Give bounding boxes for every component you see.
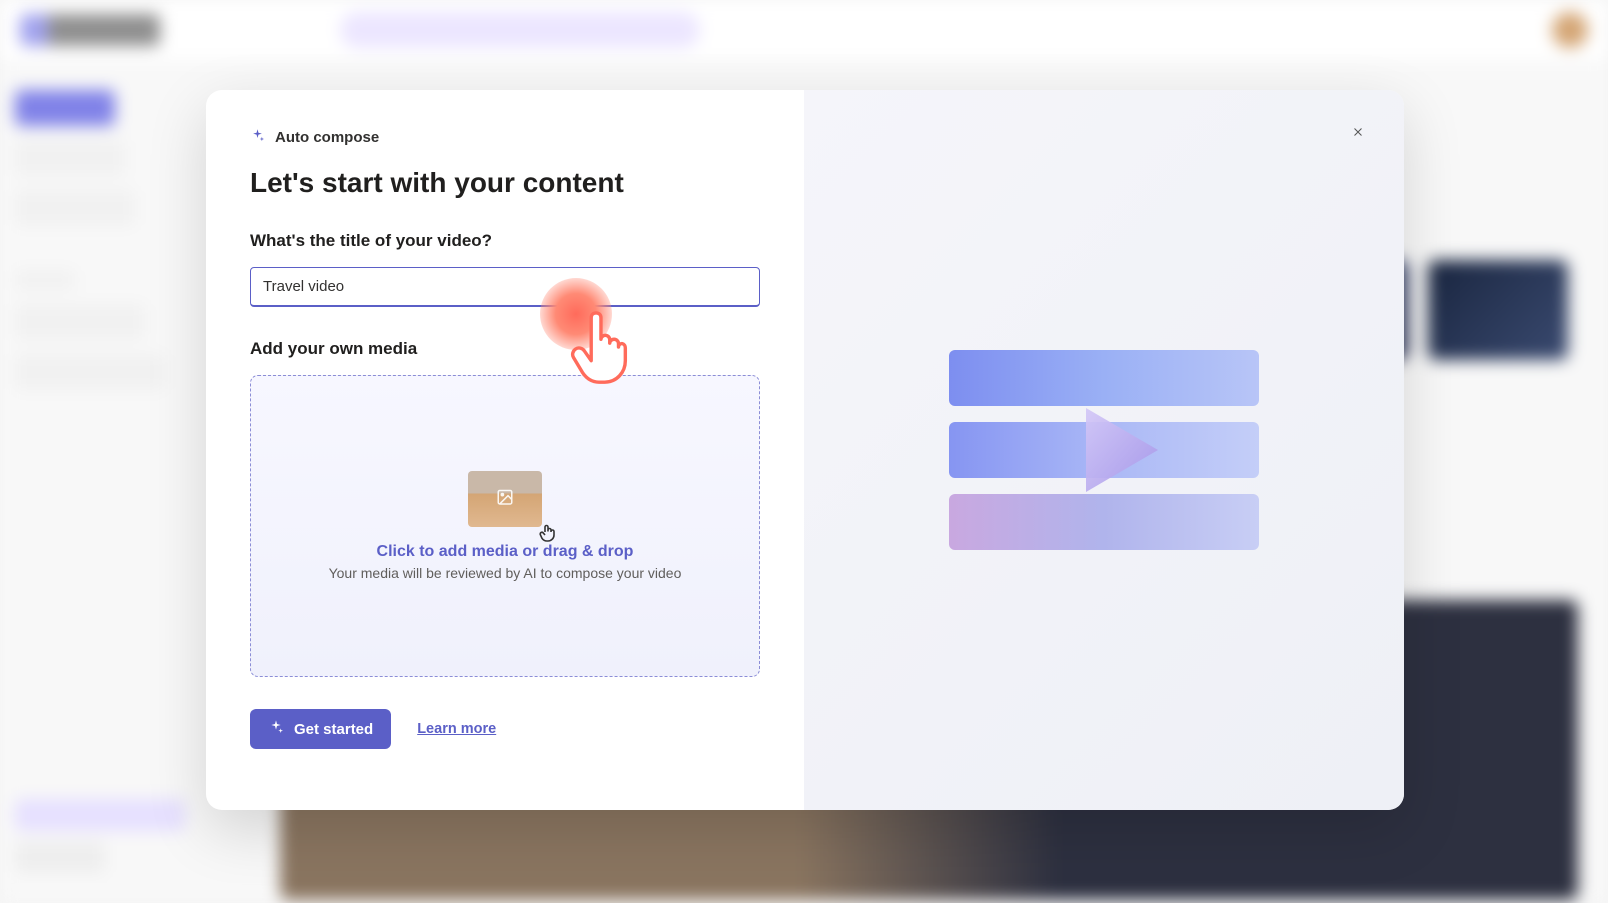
play-icon: [1056, 390, 1176, 510]
sparkle-icon: [268, 719, 284, 739]
get-started-button[interactable]: Get started: [250, 709, 391, 749]
close-icon: [1351, 125, 1365, 139]
media-section-label: Add your own media: [250, 339, 760, 359]
feature-tag: Auto compose: [250, 128, 760, 147]
drop-primary-text: Click to add media or drag & drop: [377, 543, 634, 561]
title-question-label: What's the title of your video?: [250, 231, 760, 251]
cursor-icon: [536, 521, 560, 545]
modal-left-panel: Auto compose Let's start with your conte…: [206, 90, 804, 810]
drop-secondary-text: Your media will be reviewed by AI to com…: [329, 565, 682, 581]
image-icon: [496, 488, 514, 506]
learn-more-link[interactable]: Learn more: [417, 721, 496, 737]
modal-overlay: Auto compose Let's start with your conte…: [0, 0, 1608, 903]
feature-name-text: Auto compose: [275, 129, 379, 146]
auto-compose-modal: Auto compose Let's start with your conte…: [206, 90, 1404, 810]
close-button[interactable]: [1344, 118, 1372, 146]
modal-title: Let's start with your content: [250, 167, 760, 199]
get-started-label: Get started: [294, 721, 373, 738]
media-drop-zone[interactable]: Click to add media or drag & drop Your m…: [250, 375, 760, 677]
modal-right-panel: [804, 90, 1404, 810]
preview-illustration: [949, 350, 1259, 550]
modal-actions: Get started Learn more: [250, 709, 760, 749]
video-title-input[interactable]: [250, 267, 760, 307]
media-thumb-placeholder: [468, 471, 542, 527]
sparkle-icon: [250, 128, 265, 147]
